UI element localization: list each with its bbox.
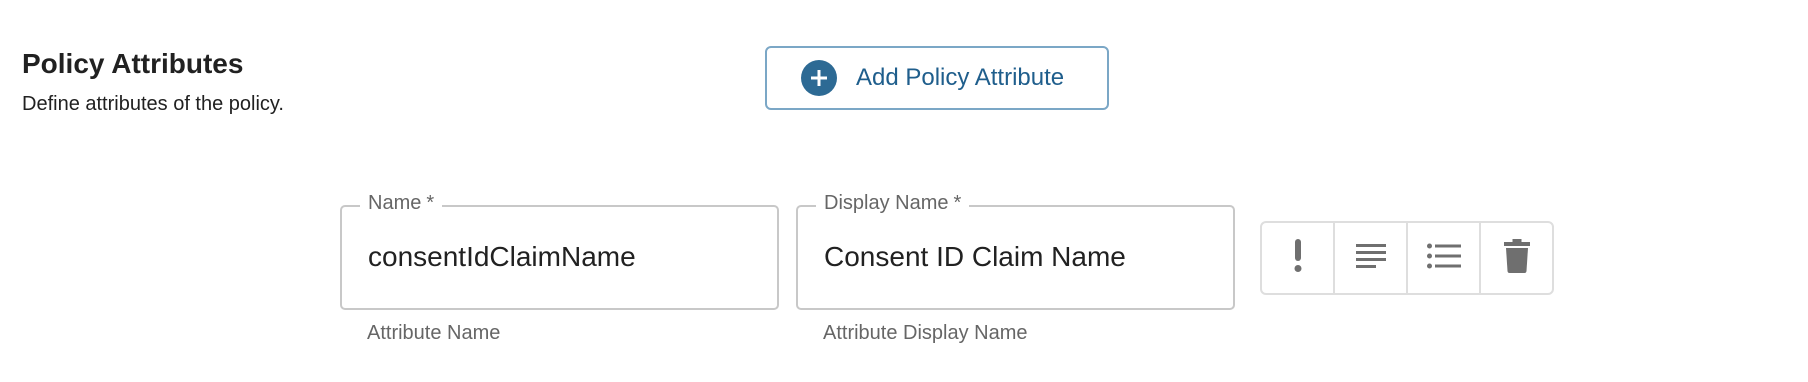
delete-attribute-button[interactable] bbox=[1481, 223, 1552, 293]
required-mark: * bbox=[426, 192, 435, 214]
section-title: Policy Attributes bbox=[22, 48, 244, 79]
trash-icon bbox=[1503, 238, 1530, 278]
name-field[interactable]: Name * bbox=[340, 189, 779, 310]
options-list-button[interactable] bbox=[1408, 223, 1481, 293]
name-helper-text: Attribute Name bbox=[367, 322, 501, 344]
add-policy-attribute-button[interactable]: Add Policy Attribute bbox=[765, 46, 1109, 110]
display-name-field[interactable]: Display Name * bbox=[796, 189, 1235, 310]
required-mark: * bbox=[953, 192, 962, 214]
display-name-helper-text: Attribute Display Name bbox=[823, 322, 1028, 344]
required-toggle-button[interactable] bbox=[1262, 223, 1335, 293]
description-button[interactable] bbox=[1335, 223, 1408, 293]
name-input[interactable] bbox=[368, 241, 748, 273]
add-policy-attribute-label: Add Policy Attribute bbox=[856, 64, 1065, 91]
exclamation-icon bbox=[1293, 238, 1303, 278]
bulleted-list-icon bbox=[1426, 243, 1461, 274]
text-lines-icon bbox=[1355, 243, 1386, 273]
name-field-label: Name * bbox=[360, 189, 443, 217]
display-name-input[interactable] bbox=[824, 241, 1204, 273]
attribute-actions-toolbar bbox=[1260, 221, 1554, 295]
plus-circle-icon bbox=[801, 60, 837, 96]
display-name-field-label: Display Name * bbox=[816, 189, 970, 217]
section-description: Define attributes of the policy. bbox=[22, 93, 284, 115]
